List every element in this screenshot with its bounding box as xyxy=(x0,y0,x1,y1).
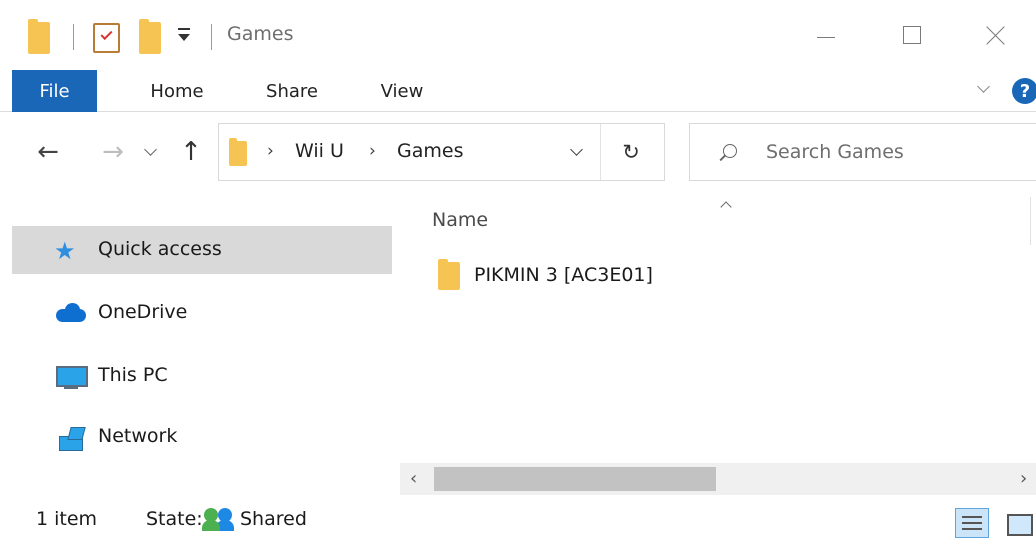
tab-share[interactable]: Share xyxy=(250,70,334,112)
column-divider[interactable] xyxy=(1030,197,1031,245)
item-count: 1 item xyxy=(36,508,98,530)
tab-file[interactable]: File xyxy=(12,70,97,112)
close-button[interactable] xyxy=(966,12,1026,58)
arrow-left-icon: ← xyxy=(37,137,59,167)
close-icon xyxy=(985,24,1007,46)
sidebar-item-label: Quick access xyxy=(98,238,222,260)
search-input[interactable] xyxy=(766,138,1026,166)
file-explorer-window: Games File Home Share View ? ← → ↑ › Wii… xyxy=(0,0,1036,541)
breadcrumb-games[interactable]: Games xyxy=(397,140,463,162)
chevron-down-icon xyxy=(143,143,157,156)
address-bar[interactable]: › Wii U › Games ↻ xyxy=(218,123,665,181)
folder-icon xyxy=(229,138,247,166)
minimize-button[interactable] xyxy=(796,12,856,58)
star-icon: ★ xyxy=(54,237,76,265)
tab-home[interactable]: Home xyxy=(132,70,222,112)
arrow-right-icon: → xyxy=(102,137,124,167)
sidebar-item-this-pc[interactable]: This PC xyxy=(12,352,392,400)
search-box[interactable] xyxy=(689,123,1036,181)
status-bar: 1 item State: Shared xyxy=(0,498,1036,541)
refresh-icon[interactable]: ↻ xyxy=(617,138,645,166)
state-label: State: xyxy=(146,508,203,530)
toolbar-divider xyxy=(211,24,212,50)
breadcrumb-separator: › xyxy=(267,141,274,161)
tab-view[interactable]: View xyxy=(362,70,442,112)
sidebar-item-label: Network xyxy=(98,425,178,447)
title-bar: Games xyxy=(0,0,1036,70)
sidebar-item-onedrive[interactable]: OneDrive xyxy=(12,289,392,337)
file-list: Name PIKMIN 3 [AC3E01] ‹ › xyxy=(400,197,1036,495)
ribbon-tabs: File Home Share View ? xyxy=(0,70,1036,112)
state-value: Shared xyxy=(240,508,307,530)
shared-people-icon xyxy=(202,508,236,532)
computer-icon xyxy=(54,364,88,390)
breadcrumb-wii-u[interactable]: Wii U xyxy=(295,140,344,162)
forward-button[interactable]: → xyxy=(95,132,131,172)
search-icon xyxy=(723,144,737,158)
sidebar-item-network[interactable]: Network xyxy=(12,413,392,461)
sidebar-item-label: This PC xyxy=(98,364,168,386)
address-dropdown-chevron-icon[interactable] xyxy=(569,145,585,161)
column-header-name[interactable]: Name xyxy=(432,209,488,231)
maximize-button[interactable] xyxy=(882,12,942,58)
recent-locations-button[interactable] xyxy=(138,132,162,172)
horizontal-scrollbar[interactable]: ‹ › xyxy=(400,463,1036,495)
back-button[interactable]: ← xyxy=(30,132,66,172)
sort-ascending-icon xyxy=(720,199,732,211)
large-icons-view-icon[interactable] xyxy=(1003,510,1033,536)
navigation-pane: ★ Quick access OneDrive This PC Network xyxy=(12,197,392,471)
file-name: PIKMIN 3 [AC3E01] xyxy=(474,264,653,286)
new-folder-icon[interactable] xyxy=(139,19,161,54)
sidebar-item-quick-access[interactable]: ★ Quick access xyxy=(12,226,392,274)
breadcrumb-separator[interactable]: › xyxy=(369,141,376,161)
scroll-left-icon[interactable]: ‹ xyxy=(410,468,430,489)
cloud-icon xyxy=(54,301,88,327)
customize-quick-access-icon[interactable] xyxy=(176,28,194,44)
list-item[interactable]: PIKMIN 3 [AC3E01] xyxy=(420,255,980,295)
maximize-icon xyxy=(903,26,921,44)
arrow-up-icon: ↑ xyxy=(180,137,202,167)
address-bar-row: ← → ↑ › Wii U › Games ↻ xyxy=(0,112,1036,197)
scrollbar-thumb[interactable] xyxy=(434,467,716,491)
help-icon[interactable]: ? xyxy=(1012,78,1036,104)
expand-ribbon-chevron-icon[interactable] xyxy=(977,82,991,96)
sidebar-item-label: OneDrive xyxy=(98,301,188,323)
address-divider xyxy=(600,124,601,180)
details-view-icon[interactable] xyxy=(955,508,989,538)
folder-icon xyxy=(28,19,50,54)
network-icon xyxy=(54,425,88,451)
window-title: Games xyxy=(227,23,294,45)
properties-icon[interactable] xyxy=(93,23,120,53)
up-button[interactable]: ↑ xyxy=(173,132,209,172)
scroll-right-icon[interactable]: › xyxy=(1020,468,1036,489)
folder-icon xyxy=(438,259,460,290)
toolbar-divider xyxy=(73,24,74,50)
minimize-icon xyxy=(817,36,835,38)
